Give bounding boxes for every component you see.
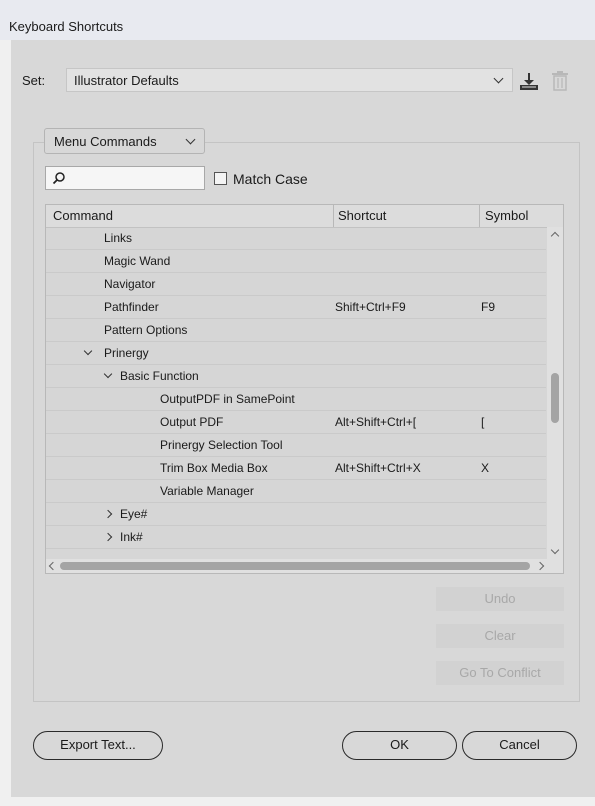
command-cell: Variable Manager <box>160 484 254 498</box>
table-row[interactable]: Links <box>46 227 546 250</box>
symbol-cell[interactable]: X <box>481 461 489 475</box>
command-cell: Prinergy <box>104 346 149 360</box>
delete-set-icon[interactable] <box>551 70 569 92</box>
command-cell: OutputPDF in SamePoint <box>160 392 295 406</box>
scrollbar-corner <box>547 559 563 573</box>
expand-collapse-chevron-down-icon[interactable] <box>103 369 113 379</box>
vertical-scroll-thumb[interactable] <box>551 373 559 423</box>
vertical-scrollbar[interactable] <box>547 227 563 559</box>
table-row[interactable]: Pathfinder Shift+Ctrl+F9 F9 <box>46 296 546 319</box>
table-row[interactable]: OutputPDF in SamePoint <box>46 388 546 411</box>
dialog-title: Keyboard Shortcuts <box>9 19 124 34</box>
set-dropdown[interactable]: Illustrator Defaults <box>66 68 513 92</box>
expand-chevron-right-icon[interactable] <box>103 509 113 519</box>
search-icon <box>52 172 65 185</box>
shortcut-cell[interactable]: Shift+Ctrl+F9 <box>335 300 406 314</box>
chevron-down-icon <box>185 134 196 145</box>
command-cell: Trim Box Media Box <box>160 461 268 475</box>
symbol-cell[interactable]: [ <box>481 415 484 429</box>
command-type-value: Menu Commands <box>54 134 157 149</box>
horizontal-scroll-thumb[interactable] <box>60 562 530 570</box>
table-row[interactable]: Navigator <box>46 273 546 296</box>
table-header: Command Shortcut Symbol <box>46 205 563 228</box>
table-row[interactable]: Variable Manager <box>46 480 546 503</box>
table-row[interactable]: Output PDF Alt+Shift+Ctrl+[ [ <box>46 411 546 434</box>
command-cell: Magic Wand <box>104 254 171 268</box>
command-cell: Links <box>104 231 133 245</box>
table-row[interactable]: Magic Wand <box>46 250 546 273</box>
keyboard-shortcuts-dialog: Keyboard Shortcuts Set: Illustrator Defa… <box>0 0 595 806</box>
table-row[interactable]: Prinergy Selection Tool <box>46 434 546 457</box>
column-header-shortcut[interactable]: Shortcut <box>338 208 386 223</box>
chevron-down-icon <box>493 73 504 84</box>
table-row[interactable]: Eye# <box>46 503 546 526</box>
scroll-left-icon[interactable] <box>48 561 58 571</box>
match-case-checkbox[interactable] <box>214 172 227 185</box>
table-row[interactable]: Pattern Options <box>46 319 546 342</box>
column-divider[interactable] <box>333 205 334 227</box>
horizontal-scrollbar[interactable] <box>46 559 547 573</box>
search-input[interactable] <box>45 166 205 190</box>
bottom-strip <box>0 797 595 806</box>
set-label: Set: <box>22 73 46 88</box>
shortcut-cell[interactable]: Alt+Shift+Ctrl+[ <box>335 415 416 429</box>
undo-button[interactable]: Undo <box>436 587 564 611</box>
match-case-label: Match Case <box>233 171 308 187</box>
command-cell: Pattern Options <box>104 323 188 337</box>
expand-collapse-chevron-down-icon[interactable] <box>83 346 93 356</box>
set-dropdown-value: Illustrator Defaults <box>74 73 179 88</box>
command-cell: Prinergy Selection Tool <box>160 438 283 452</box>
expand-chevron-right-icon[interactable] <box>103 532 113 542</box>
table-row[interactable]: Basic Function <box>46 365 546 388</box>
scroll-right-icon[interactable] <box>535 561 545 571</box>
title-bar: Keyboard Shortcuts <box>0 0 595 40</box>
export-text-button[interactable]: Export Text... <box>33 731 163 760</box>
scroll-up-icon[interactable] <box>550 231 560 241</box>
command-cell: Output PDF <box>160 415 224 429</box>
command-type-dropdown[interactable]: Menu Commands <box>44 128 205 154</box>
command-cell: Basic Function <box>120 369 199 383</box>
command-cell: Eye# <box>120 507 148 521</box>
table-row[interactable]: Trim Box Media Box Alt+Shift+Ctrl+X X <box>46 457 546 480</box>
shortcut-table: Command Shortcut Symbol Links Magic Wand N… <box>45 204 564 574</box>
cancel-button[interactable]: Cancel <box>462 731 577 760</box>
clear-button[interactable]: Clear <box>436 624 564 648</box>
shortcut-cell[interactable]: Alt+Shift+Ctrl+X <box>335 461 421 475</box>
column-divider[interactable] <box>479 205 480 227</box>
go-to-conflict-button[interactable]: Go To Conflict <box>436 661 564 685</box>
ok-button[interactable]: OK <box>342 731 457 760</box>
scroll-down-icon[interactable] <box>550 545 560 555</box>
column-header-symbol[interactable]: Symbol <box>485 208 528 223</box>
table-row[interactable]: Ink# <box>46 526 546 549</box>
save-set-icon[interactable] <box>518 70 540 92</box>
command-cell: Ink# <box>120 530 143 544</box>
table-row[interactable]: Prinergy <box>46 342 546 365</box>
command-cell: Pathfinder <box>104 300 159 314</box>
symbol-cell[interactable]: F9 <box>481 300 495 314</box>
command-cell: Navigator <box>104 277 156 291</box>
column-header-command[interactable]: Command <box>53 208 113 223</box>
